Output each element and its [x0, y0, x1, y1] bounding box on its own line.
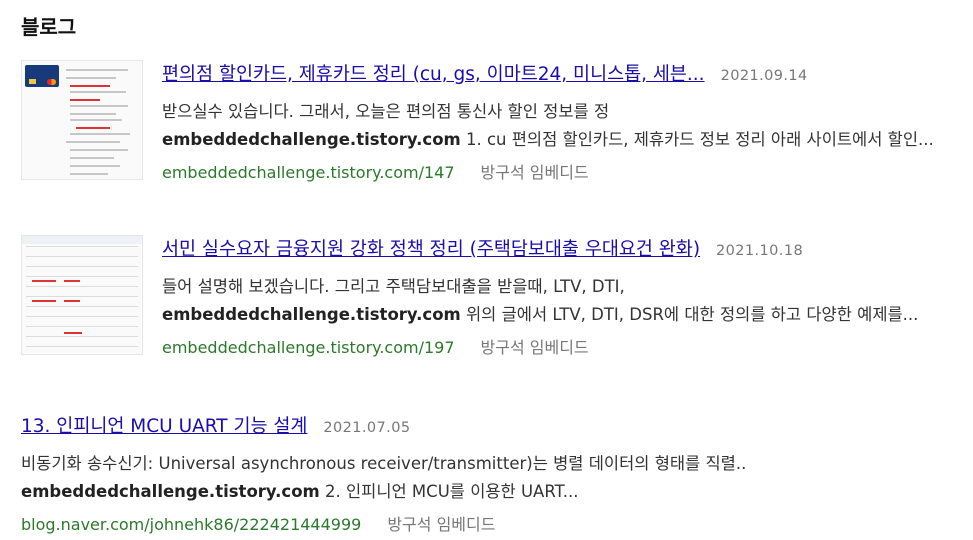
result-thumbnail[interactable] [21, 60, 143, 180]
url-path: /197 [418, 338, 455, 357]
blog-result: 13. 인피니언 MCU UART 기능 설계 2021.07.05 비동기화 송… [21, 412, 961, 537]
result-date: 2021.09.14 [720, 68, 808, 84]
result-thumbnail[interactable] [21, 235, 143, 355]
result-title-link[interactable]: 서민 실수요자 금융지원 강화 정책 정리 (주택담보대출 우대요건 완화) [162, 239, 700, 260]
url-domain: naver.com [60, 515, 145, 534]
result-author[interactable]: 방구석 임베디드 [481, 338, 589, 357]
result-author[interactable]: 방구석 임베디드 [387, 515, 495, 534]
result-snippet: 비동기화 송수신기: Universal asynchronous receiv… [21, 450, 961, 506]
snippet-line: 받으실수 있습니다. 그래서, 오늘은 편의점 통신사 할인 정보를 정 [162, 102, 610, 121]
result-title-link[interactable]: 13. 인피니언 MCU UART 기능 설계 [21, 416, 307, 437]
snippet-site: embeddedchallenge.tistory.com [162, 305, 461, 324]
result-snippet: 들어 설명해 보겠습니다. 그리고 주택담보대출을 받을때, LTV, DTI,… [162, 273, 961, 329]
url-path: /johnehk86/222421444999 [144, 515, 362, 534]
url-path: /147 [418, 163, 455, 182]
blog-result: 편의점 할인카드, 제휴카드 정리 (cu, gs, 이마트24, 미니스톱, … [21, 60, 961, 210]
snippet-site: embeddedchallenge.tistory.com [162, 130, 461, 149]
url-prefix: embeddedchallenge. [162, 338, 331, 357]
snippet-text: 1. cu 편의점 할인카드, 제휴카드 정보 정리 아래 사이트에서 할인..… [460, 130, 934, 149]
snippet-text: 위의 글에서 LTV, DTI, DSR에 대한 정의를 하고 다양한 예제를.… [460, 305, 919, 324]
result-title-link[interactable]: 편의점 할인카드, 제휴카드 정리 (cu, gs, 이마트24, 미니스톱, … [162, 64, 705, 85]
snippet-line: 들어 설명해 보겠습니다. 그리고 주택담보대출을 받을때, LTV, DTI, [162, 277, 625, 296]
result-snippet: 받으실수 있습니다. 그래서, 오늘은 편의점 통신사 할인 정보를 정 emb… [162, 98, 961, 154]
result-author[interactable]: 방구석 임베디드 [481, 163, 589, 182]
result-url-link[interactable]: blog.naver.com/johnehk86/222421444999 [21, 515, 361, 534]
url-prefix: embeddedchallenge. [162, 163, 331, 182]
url-domain: tistory.com [330, 338, 419, 357]
result-url-link[interactable]: embeddedchallenge.tistory.com/197 [162, 338, 455, 357]
result-date: 2021.07.05 [323, 420, 411, 436]
result-date: 2021.10.18 [716, 243, 804, 259]
section-title: 블로그 [21, 15, 77, 39]
url-domain: tistory.com [330, 163, 419, 182]
result-url-link[interactable]: embeddedchallenge.tistory.com/147 [162, 163, 455, 182]
snippet-text: 2. 인피니언 MCU를 이용한 UART... [319, 482, 579, 501]
url-prefix: blog. [21, 515, 61, 534]
snippet-site: embeddedchallenge.tistory.com [21, 482, 320, 501]
snippet-line: 비동기화 송수신기: Universal asynchronous receiv… [21, 454, 747, 473]
blog-result: 서민 실수요자 금융지원 강화 정책 정리 (주택담보대출 우대요건 완화) 20… [21, 235, 961, 385]
credit-card-icon [25, 65, 59, 87]
